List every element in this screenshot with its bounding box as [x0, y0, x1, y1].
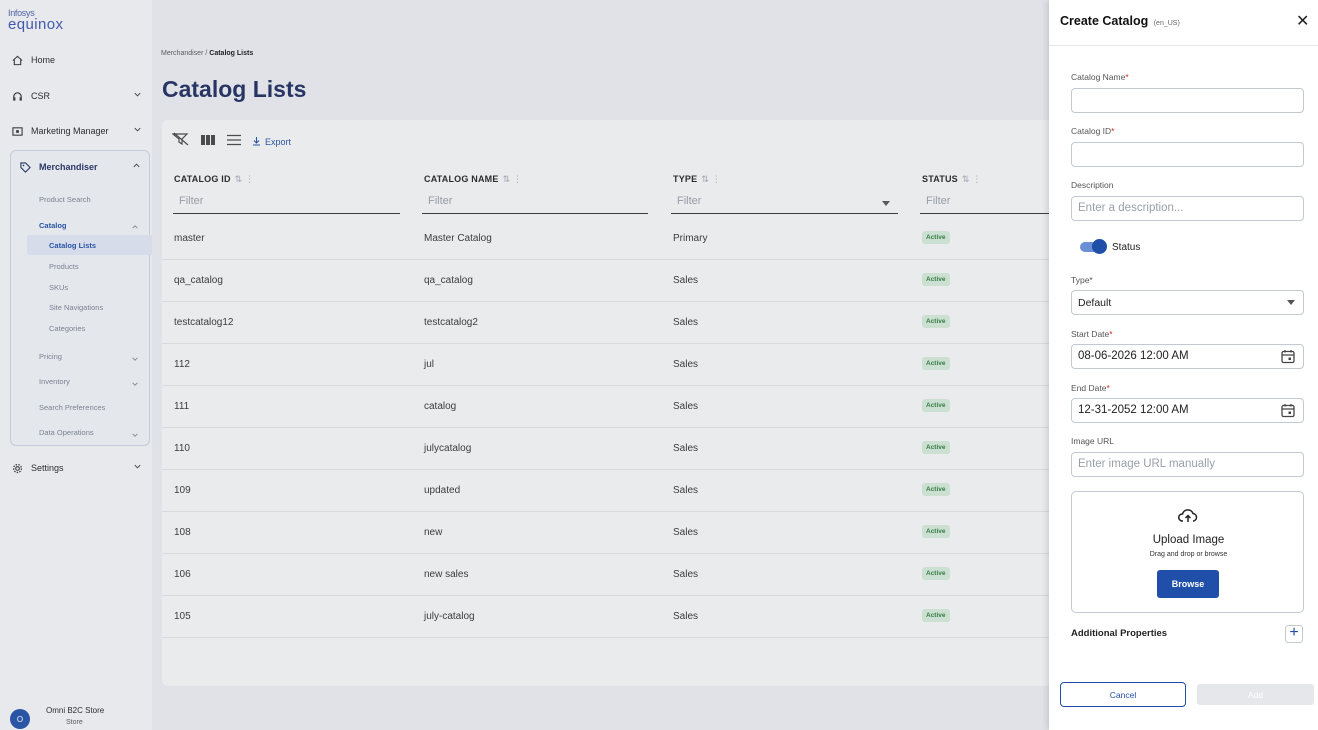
create-catalog-drawer: Create Catalog (en_US) ✕ Catalog Name* C…	[1049, 0, 1318, 730]
image-url-input[interactable]: Enter image URL manually	[1071, 452, 1304, 477]
cloud-upload-icon	[1178, 508, 1198, 529]
start-date-value: 08-06-2026 12:00 AM	[1078, 350, 1189, 362]
catalog-id-label: Catalog ID*	[1071, 126, 1114, 136]
catalog-name-input[interactable]	[1071, 88, 1304, 113]
start-date-input[interactable]: 08-06-2026 12:00 AM	[1071, 344, 1304, 369]
upload-subtitle: Drag and drop or browse	[1149, 551, 1228, 558]
toggle-knob	[1092, 239, 1107, 254]
cancel-button[interactable]: Cancel	[1060, 682, 1186, 707]
label-text: Catalog ID	[1071, 126, 1112, 136]
catalog-id-input[interactable]	[1071, 142, 1304, 167]
required-mark: *	[1111, 126, 1115, 136]
drawer-title: Create Catalog (en_US)	[1060, 14, 1180, 28]
catalog-name-label: Catalog Name*	[1071, 72, 1129, 82]
start-date-label: Start Date*	[1071, 329, 1113, 339]
additional-properties-label: Additional Properties	[1071, 628, 1168, 639]
status-toggle[interactable]	[1080, 239, 1107, 254]
calendar-icon[interactable]	[1281, 403, 1295, 421]
locale-label: (en_US)	[1153, 20, 1180, 27]
end-date-input[interactable]: 12-31-2052 12:00 AM	[1071, 398, 1304, 423]
plus-icon: +	[1289, 624, 1299, 641]
label-text: Catalog Name	[1071, 72, 1126, 82]
type-label: Type*	[1071, 275, 1093, 285]
description-label: Description	[1071, 180, 1114, 190]
description-input[interactable]: Enter a description...	[1071, 196, 1304, 221]
browse-button[interactable]: Browse	[1157, 570, 1219, 598]
label-text: Start Date	[1071, 329, 1110, 339]
image-url-label: Image URL	[1071, 436, 1114, 446]
required-mark: *	[1109, 329, 1113, 339]
add-button[interactable]: Add	[1197, 684, 1314, 705]
required-mark: *	[1125, 72, 1129, 82]
caret-down-icon	[1287, 300, 1295, 305]
calendar-icon[interactable]	[1281, 349, 1295, 367]
label-text: End Date	[1071, 383, 1107, 393]
type-select[interactable]: Default	[1071, 290, 1304, 315]
close-icon[interactable]: ✕	[1296, 14, 1309, 30]
type-selected-value: Default	[1078, 297, 1112, 309]
drawer-title-text: Create Catalog	[1060, 14, 1149, 28]
drawer-header: Create Catalog (en_US) ✕	[1049, 0, 1318, 46]
modal-overlay[interactable]	[0, 0, 1049, 730]
add-property-button[interactable]: +	[1285, 625, 1303, 643]
upload-title: Upload Image	[1152, 534, 1225, 546]
upload-dropzone[interactable]: Upload Image Drag and drop or browse Bro…	[1071, 491, 1304, 613]
end-date-value: 12-31-2052 12:00 AM	[1078, 404, 1189, 416]
status-label: Status	[1112, 242, 1141, 253]
required-mark: *	[1106, 383, 1110, 393]
end-date-label: End Date*	[1071, 383, 1110, 393]
